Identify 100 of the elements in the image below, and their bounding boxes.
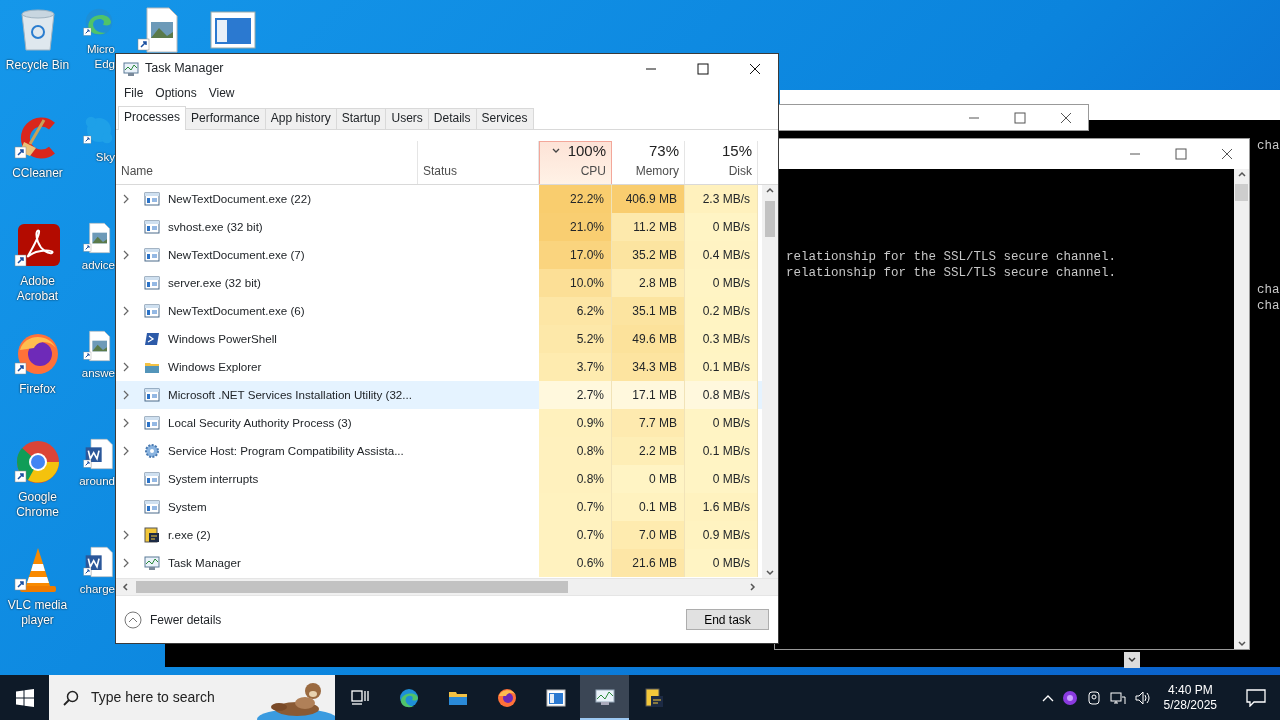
table-row[interactable]: Windows PowerShell 5.2% 49.6 MB 0.3 MB/s — [116, 325, 762, 353]
process-name: System — [168, 499, 207, 516]
fewer-details-link[interactable]: Fewer details — [150, 610, 222, 629]
scroll-left-icon[interactable] — [120, 582, 130, 592]
column-header[interactable]: Name — [116, 141, 418, 184]
app-window-icon — [144, 415, 160, 431]
word-document-icon[interactable] — [83, 438, 115, 470]
tab[interactable]: Services — [475, 108, 534, 129]
scroll-down-icon[interactable] — [1124, 651, 1140, 668]
app-window-icon — [144, 303, 160, 319]
table-row[interactable]: Microsoft .NET Services Installation Utility (32... 2.7% 17.1 MB 0.8 MB/s — [116, 381, 762, 409]
process-name: svhost.exe (32 bit) — [168, 219, 263, 236]
table-row[interactable]: Windows Explorer 3.7% 34.3 MB 0.1 MB/s — [116, 353, 762, 381]
expand-chevron-icon[interactable] — [122, 446, 130, 456]
column-header[interactable]: 100% CPU — [539, 141, 612, 184]
column-label: Name — [121, 163, 154, 180]
console-text: relationship for the SSL/TLS secure channel. relationship for the SSL/TLS secure channel. — [786, 249, 1118, 281]
column-label: Disk — [727, 163, 752, 180]
chevron-up-icon[interactable] — [1041, 693, 1054, 702]
close-icon — [749, 62, 761, 75]
expand-chevron-icon[interactable] — [122, 306, 130, 316]
browser-icon[interactable] — [83, 6, 115, 38]
process-name: NewTextDocument.exe (22) — [168, 191, 312, 208]
console-text: cha — [1257, 138, 1280, 154]
memory-cell: 0.1 MB — [612, 493, 685, 521]
process-name: Microsoft .NET Services Installation Utility (32... — [168, 387, 412, 404]
search-placeholder: Type here to search — [91, 688, 215, 707]
cpu-cell: 3.7% — [539, 353, 612, 381]
task-manager-icon — [594, 686, 615, 707]
icon-label: advice — [81, 258, 115, 273]
table-row[interactable]: System 0.7% 0.1 MB 1.6 MB/s — [116, 493, 762, 521]
scroll-thumb[interactable] — [765, 201, 775, 237]
gear-icon — [144, 443, 160, 459]
maximize-icon[interactable] — [1014, 111, 1026, 124]
tab[interactable]: Startup — [335, 108, 387, 129]
table-row[interactable]: NewTextDocument.exe (7) 17.0% 35.2 MB 0.4 MB/s — [116, 241, 762, 269]
tab[interactable]: Details — [427, 108, 477, 129]
scroll-down-icon[interactable] — [765, 568, 775, 578]
icon-label: Micro Edg — [86, 42, 115, 72]
expand-chevron-icon[interactable] — [122, 530, 130, 540]
search-box[interactable]: Type here to search — [49, 675, 335, 720]
close-icon[interactable] — [1221, 148, 1233, 160]
speaker-icon[interactable] — [1133, 689, 1152, 706]
webcam-icon[interactable] — [1085, 689, 1102, 706]
table-row[interactable]: r.exe (2) 0.7% 7.0 MB 0.9 MB/s — [116, 521, 762, 549]
tab[interactable]: App history — [264, 108, 337, 129]
table-row[interactable]: server.exe (32 bit) 10.0% 2.8 MB 0 MB/s — [116, 269, 762, 297]
taskbar-app-button[interactable] — [580, 675, 629, 720]
window-title: Task Manager — [145, 60, 224, 78]
expand-chevron-icon[interactable] — [122, 390, 130, 400]
disk-cell: 0.8 MB/s — [685, 381, 758, 409]
maximize-icon[interactable] — [1175, 148, 1187, 160]
scrollbar[interactable] — [762, 185, 778, 578]
network-icon[interactable] — [1109, 689, 1126, 706]
scroll-thumb[interactable] — [136, 581, 568, 593]
disk-cell: 0.1 MB/s — [685, 437, 758, 465]
expand-chevron-icon[interactable] — [122, 558, 130, 568]
horizontal-scrollbar[interactable] — [116, 578, 778, 595]
tab[interactable]: Performance — [185, 108, 266, 129]
process-name: System interrupts — [168, 471, 259, 488]
expand-chevron-icon[interactable] — [122, 362, 130, 372]
browser-icon[interactable] — [13, 438, 62, 486]
disk-cell: 0.4 MB/s — [685, 241, 758, 269]
expand-chevron-icon[interactable] — [122, 194, 130, 204]
app-tray-icon[interactable] — [1061, 689, 1078, 706]
scroll-up-icon[interactable] — [1236, 169, 1247, 179]
column-header[interactable]: 15% Disk — [685, 141, 758, 184]
table-row[interactable]: Task Manager 0.6% 21.6 MB 0 MB/s — [116, 549, 762, 577]
expand-chevron-icon[interactable] — [122, 418, 130, 428]
word-document-icon[interactable] — [83, 546, 115, 578]
column-label: Memory — [634, 163, 679, 180]
expand-chevron-icon[interactable] — [122, 250, 130, 260]
close-icon[interactable] — [1060, 111, 1072, 124]
tab[interactable]: Processes — [118, 106, 187, 130]
menu-item[interactable]: View — [202, 84, 241, 102]
menu-item[interactable]: Options — [149, 84, 203, 102]
disk-cell: 2.3 MB/s — [685, 185, 758, 213]
table-row[interactable]: NewTextDocument.exe (22) 22.2% 406.9 MB 2.3 MB/s — [116, 185, 762, 213]
clock[interactable]: 4:40 PM 5/28/2025 — [1163, 682, 1217, 713]
scroll-down-icon[interactable] — [1236, 639, 1247, 649]
scroll-thumb[interactable] — [1235, 184, 1248, 201]
scroll-up-icon[interactable] — [765, 185, 775, 195]
menu-item[interactable]: File — [118, 84, 150, 102]
tab[interactable]: Users — [385, 108, 429, 129]
date-text: 5/28/2025 — [1163, 697, 1217, 713]
table-row[interactable]: Local Security Authority Process (3) 0.9% 7.7 MB 0 MB/s — [116, 409, 762, 437]
collapse-circle-icon[interactable] — [124, 610, 142, 629]
scroll-right-icon[interactable] — [748, 582, 758, 592]
table-row[interactable]: NewTextDocument.exe (6) 6.2% 35.1 MB 0.2 MB/s — [116, 297, 762, 325]
time-text: 4:40 PM — [1167, 682, 1213, 698]
end-task-button[interactable]: End task — [686, 609, 769, 630]
chat-app-icon[interactable] — [83, 114, 115, 146]
console-text: cha cha — [1257, 282, 1280, 314]
pdf-app-icon[interactable] — [13, 222, 62, 270]
column-header[interactable]: 73% Memory — [612, 141, 685, 184]
table-row[interactable]: Service Host: Program Compatibility Assista... 0.8% 2.2 MB 0.1 MB/s — [116, 437, 762, 465]
scrollbar[interactable] — [1234, 169, 1249, 649]
table-row[interactable]: svhost.exe (32 bit) 21.0% 11.2 MB 0 MB/s — [116, 213, 762, 241]
memory-cell: 2.8 MB — [612, 269, 685, 297]
table-row[interactable]: System interrupts 0.8% 0 MB 0 MB/s — [116, 465, 762, 493]
